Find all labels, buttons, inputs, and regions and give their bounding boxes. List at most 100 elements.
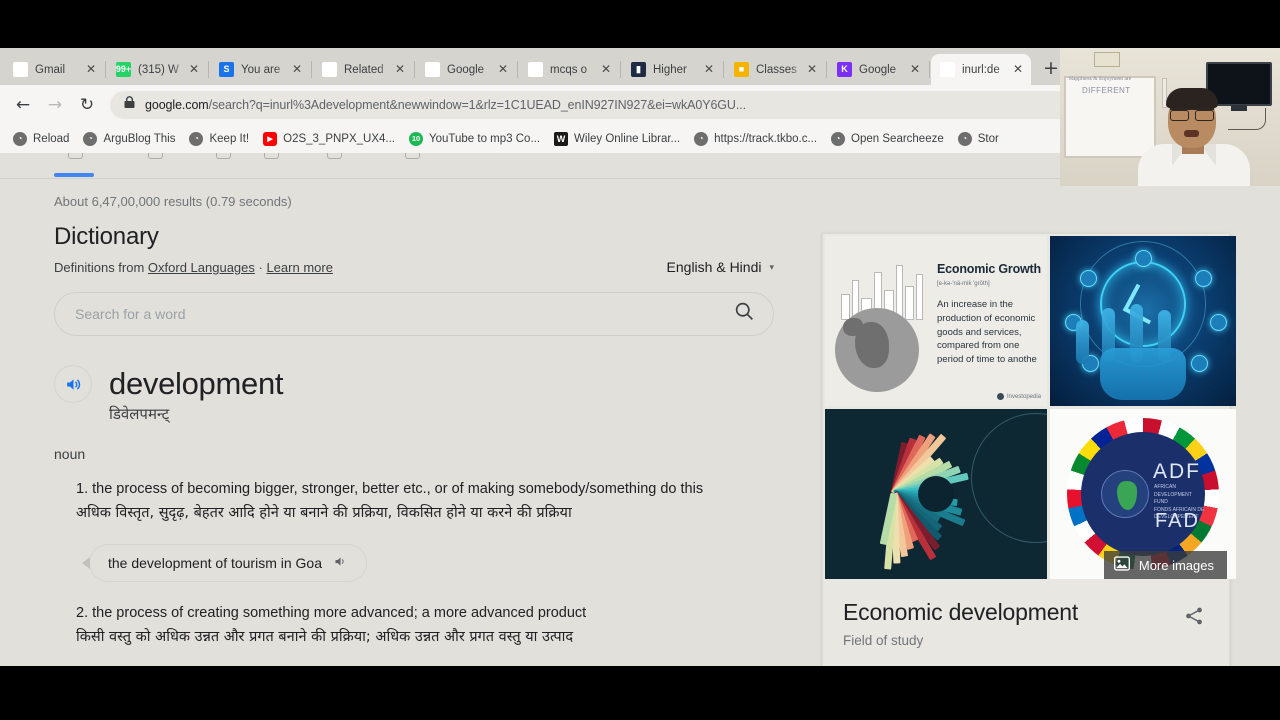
- bookmark-item[interactable]: ◔ Reload: [6, 128, 76, 150]
- infographic-heading: Economic Growth: [937, 262, 1041, 276]
- language-selector[interactable]: English & Hindi ▾: [667, 259, 774, 275]
- close-icon[interactable]: ✕: [187, 62, 201, 77]
- close-icon[interactable]: ✕: [805, 62, 819, 77]
- oxford-languages-link[interactable]: Oxford Languages: [148, 260, 255, 275]
- headword: development: [109, 366, 284, 401]
- nav-tab-stub[interactable]: [148, 153, 163, 159]
- example-speaker-icon[interactable]: [333, 554, 348, 572]
- blue-tech-robot-hand-image[interactable]: [1050, 236, 1236, 406]
- nav-tab-stub[interactable]: [327, 153, 342, 159]
- bookmark-item[interactable]: ◔ Stor: [951, 128, 1006, 150]
- dictionary-source: Definitions from Oxford Languages · Lear…: [54, 260, 667, 275]
- chevron-down-icon: ▾: [769, 261, 774, 272]
- more-images-label: More images: [1138, 557, 1214, 573]
- reload-button[interactable]: ↻: [72, 90, 102, 120]
- definition-hindi: किसी वस्तु को अधिक उन्नत और प्रगत बनाने …: [76, 629, 574, 646]
- emblem-acronym-en: ADF: [1153, 460, 1201, 483]
- globe-icon: ◔: [694, 132, 709, 146]
- knowledge-panel: Economic Growth [e-kə-'nä-mik 'grōth] An…: [822, 233, 1236, 666]
- back-button[interactable]: ←: [8, 90, 38, 120]
- close-icon[interactable]: ✕: [702, 62, 716, 77]
- teal-color-fan-image[interactable]: [825, 409, 1047, 579]
- nav-tab-stub[interactable]: [216, 153, 231, 159]
- globe-icon: ◔: [13, 132, 27, 146]
- google-drive-icon: △: [425, 62, 440, 77]
- browser-tab[interactable]: Ginurl:de ✕: [931, 54, 1031, 85]
- emblem-subtitle-en: AFRICAN DEVELOPMENT FUND: [1154, 484, 1192, 505]
- forward-button[interactable]: →: [40, 90, 70, 120]
- fan-hub-graphic: [918, 476, 954, 512]
- whiteboard-line-1: Happiness & Enjoyment are: [1069, 76, 1132, 82]
- close-icon[interactable]: ✕: [84, 62, 98, 77]
- more-images-button[interactable]: More images: [1103, 551, 1227, 579]
- tab-title: Classes: [756, 63, 797, 76]
- definition-number: 2.: [76, 604, 89, 621]
- close-icon[interactable]: ✕: [908, 62, 922, 77]
- google-g-icon: G: [13, 62, 28, 77]
- browser-window: G Gmail ✕ 99+ (315) W ✕ S You are ✕ G Related ✕ △ Goo…: [0, 48, 1280, 666]
- video-frame: G Gmail ✕ 99+ (315) W ✕ S You are ✕ G Related ✕ △ Goo…: [0, 0, 1280, 720]
- close-icon[interactable]: ✕: [599, 62, 613, 77]
- browser-tab[interactable]: S You are ✕: [210, 54, 310, 85]
- whatsapp-icon: 99+: [116, 62, 131, 77]
- bookmark-item[interactable]: ▶ O2S_3_PNPX_UX4...: [256, 128, 402, 150]
- google-g-icon: G: [940, 62, 955, 77]
- knowledge-panel-subtitle: Field of study: [843, 633, 924, 648]
- close-icon[interactable]: ✕: [393, 62, 407, 77]
- learn-more-link[interactable]: Learn more: [266, 260, 332, 275]
- tab-separator: [105, 61, 106, 78]
- definition-hindi: अधिक विस्तृत, सुदृढ़, बेहतर आदि होने या …: [76, 505, 572, 522]
- presenter-glasses: [1170, 108, 1214, 121]
- share-icon[interactable]: [1183, 599, 1207, 632]
- presenter-webcam-overlay[interactable]: Happiness & Enjoyment are DIFFERENT: [1060, 48, 1280, 186]
- close-icon[interactable]: ✕: [290, 62, 304, 77]
- browser-tab[interactable]: K Google ✕: [828, 54, 928, 85]
- knowledge-panel-title: Economic development: [843, 599, 1079, 625]
- browser-tab[interactable]: △ Google ✕: [416, 54, 516, 85]
- nav-tab-stub[interactable]: [405, 153, 420, 159]
- word-search-box[interactable]: Search for a word: [54, 292, 774, 336]
- bookmark-item[interactable]: ◔ ArguBlog This: [76, 128, 182, 150]
- tab-title: (315) W: [138, 63, 179, 76]
- headword-row: development: [54, 365, 774, 403]
- tab-separator: [929, 61, 930, 78]
- knowledge-panel-images: Economic Growth [e-kə-'nä-mik 'grōth] An…: [823, 234, 1236, 581]
- tab-title: Google: [859, 63, 897, 76]
- google-g-icon: G: [322, 62, 337, 77]
- bookmark-item[interactable]: ◔ Open Searcheeze: [824, 128, 951, 150]
- google-g-icon: G: [528, 62, 543, 77]
- bookmark-item[interactable]: ◔ Keep It!: [182, 128, 256, 150]
- example-row: the development of tourism in Goa: [76, 543, 774, 582]
- bookmark-item[interactable]: 10 YouTube to mp3 Co...: [402, 128, 547, 150]
- close-icon[interactable]: ✕: [496, 62, 510, 77]
- bookmark-item[interactable]: ◔ https://track.tkbo.c...: [687, 128, 824, 150]
- nav-tab-stub[interactable]: [68, 153, 83, 159]
- browser-tab[interactable]: Gmcqs o ✕: [519, 54, 619, 85]
- tab-title: Gmail: [35, 63, 66, 76]
- bookmark-item[interactable]: W Wiley Online Librar...: [547, 128, 687, 150]
- active-tab-underline: [54, 173, 94, 177]
- address-bar[interactable]: google.com/search?q=inurl%3Adevelopment&…: [110, 91, 1164, 119]
- palm-graphic: [1100, 348, 1186, 400]
- definition-english: 1. the process of becoming bigger, stron…: [76, 478, 774, 500]
- browser-tab[interactable]: ■ Classes ✕: [725, 54, 825, 85]
- browser-tab[interactable]: ▮ Higher ✕: [622, 54, 722, 85]
- dictionary-title: Dictionary: [54, 223, 159, 250]
- example-chip[interactable]: the development of tourism in Goa: [89, 543, 368, 582]
- browser-tab[interactable]: G Related ✕: [313, 54, 413, 85]
- url-path: /search?q=inurl%3Adevelopment&newwindow=…: [208, 98, 746, 112]
- infographic-brand: Investopedia: [996, 393, 1041, 400]
- example-caret-icon: [82, 556, 90, 569]
- economic-growth-infographic[interactable]: Economic Growth [e-kə-'nä-mik 'grōth] An…: [825, 236, 1047, 406]
- globe-icon: ◔: [957, 132, 972, 146]
- browser-tab[interactable]: 99+ (315) W ✕: [107, 54, 207, 85]
- monitor-cable: [1228, 108, 1266, 130]
- knowledge-panel-header: Economic development Field of study: [823, 581, 1229, 666]
- browser-tab[interactable]: G Gmail ✕: [4, 54, 104, 85]
- nav-tab-stub[interactable]: [264, 153, 279, 159]
- tab-title: Google: [447, 63, 485, 76]
- close-icon[interactable]: ✕: [1011, 62, 1025, 77]
- search-icon[interactable]: [734, 301, 755, 327]
- speaker-icon[interactable]: [54, 365, 92, 403]
- fan-graphic: [825, 409, 979, 575]
